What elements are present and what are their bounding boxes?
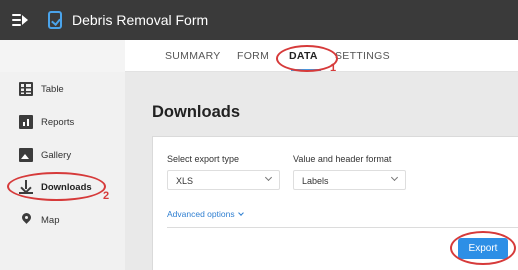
sidebar-item-map[interactable]: Map — [0, 208, 125, 232]
export-type-label: Select export type — [167, 154, 240, 164]
sidebar-item-gallery[interactable]: Gallery — [0, 143, 125, 167]
page-title: Downloads — [152, 103, 241, 121]
image-icon — [19, 148, 33, 162]
active-tab-indicator — [291, 69, 321, 71]
advanced-options-link[interactable]: Advanced options — [167, 209, 244, 219]
sidebar-item-label: Table — [41, 83, 64, 95]
export-type-value: XLS — [176, 176, 194, 186]
sidebar: Table Reports Gallery Downloads Map — [0, 72, 125, 270]
sidebar-item-label: Map — [41, 214, 60, 226]
export-type-select[interactable]: XLS — [167, 170, 280, 190]
chevron-down-icon — [237, 210, 244, 216]
divider — [167, 227, 518, 228]
top-bar: Debris Removal Form — [0, 0, 518, 40]
sidebar-item-label: Reports — [41, 116, 75, 128]
format-value: Labels — [302, 176, 329, 186]
menu-collapse-icon[interactable] — [12, 13, 28, 27]
download-icon — [19, 180, 33, 194]
tab-summary[interactable]: SUMMARY — [165, 50, 221, 62]
tab-bar: SUMMARY FORM DATA SETTINGS — [125, 40, 518, 72]
sidebar-item-label: Downloads — [41, 181, 92, 193]
tab-settings[interactable]: SETTINGS — [335, 50, 390, 62]
sidebar-item-label: Gallery — [41, 149, 72, 161]
tab-data[interactable]: DATA — [289, 50, 318, 62]
export-button[interactable]: Export — [458, 238, 508, 259]
sidebar-item-downloads[interactable]: Downloads — [0, 175, 125, 199]
main-content: Downloads Select export type XLS Value a… — [125, 72, 518, 270]
chevron-down-icon — [264, 173, 273, 182]
sidebar-item-table[interactable]: Table — [0, 77, 125, 101]
sidebar-item-reports[interactable]: Reports — [0, 110, 125, 134]
tab-form[interactable]: FORM — [237, 50, 269, 62]
format-select[interactable]: Labels — [293, 170, 406, 190]
bar-chart-icon — [19, 115, 33, 129]
table-icon — [19, 82, 33, 96]
format-label: Value and header format — [293, 154, 392, 164]
map-pin-icon — [19, 213, 33, 227]
app-title: Debris Removal Form — [72, 12, 209, 28]
chevron-down-icon — [390, 173, 399, 182]
advanced-options-label: Advanced options — [167, 209, 235, 219]
form-check-icon — [48, 11, 62, 29]
